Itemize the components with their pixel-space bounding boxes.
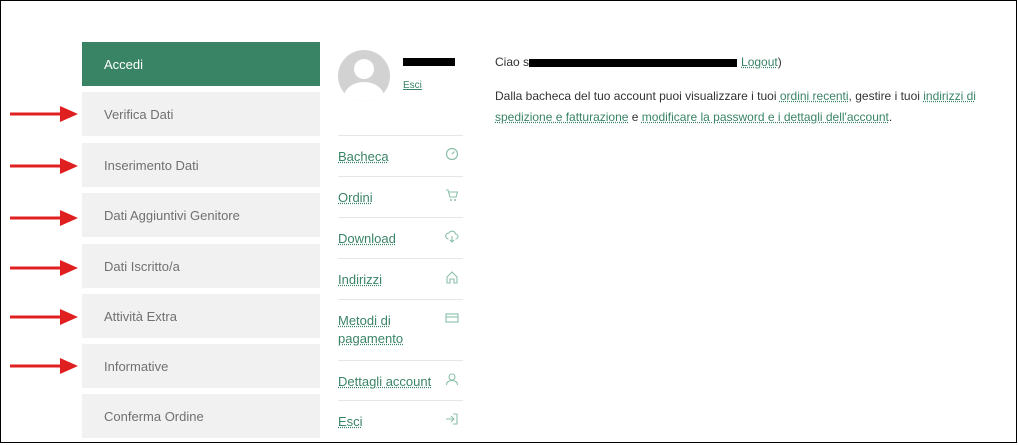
nav-item-label: Bacheca [338, 149, 389, 164]
logout-link[interactable]: Logout [741, 55, 778, 69]
nav-item-metodi-di-pagamento[interactable]: Metodi di pagamento [338, 299, 463, 360]
nav-item-download[interactable]: Download [338, 217, 463, 258]
description-text: . [888, 110, 893, 124]
step-dati-iscritto[interactable]: Dati Iscritto/a [82, 244, 320, 288]
step-verifica-dati[interactable]: Verifica Dati [82, 92, 320, 136]
step-label: Dati Iscritto/a [104, 258, 180, 274]
redacted-username [403, 58, 455, 66]
step-label: Dati Aggiuntivi Genitore [104, 207, 240, 223]
nav-item-label: Metodi di pagamento [338, 313, 404, 346]
cloud-download-icon [445, 229, 459, 243]
credit-card-icon [445, 311, 459, 325]
nav-item-dettagli-account[interactable]: Dettagli account [338, 360, 463, 400]
description-text: Dalla bacheca del tuo account puoi visua… [495, 89, 780, 103]
step-label: Conferma Ordine [104, 408, 204, 424]
step-dati-aggiuntivi-genitore[interactable]: Dati Aggiuntivi Genitore [82, 193, 320, 237]
nav-item-label: Esci [338, 414, 363, 429]
nav-item-label: Indirizzi [338, 272, 383, 287]
greeting-text: Ciao s Logout) [495, 55, 782, 69]
step-informative[interactable]: Informative [82, 344, 320, 388]
nav-item-label: Dettagli account [338, 374, 432, 389]
step-conferma-ordine[interactable]: Conferma Ordine [82, 394, 320, 438]
home-icon [445, 270, 459, 284]
nav-item-label: Download [338, 231, 396, 246]
logout-icon [445, 412, 459, 426]
red-arrow-icon [10, 210, 78, 226]
dashboard-icon [445, 147, 459, 161]
red-arrow-icon [10, 309, 78, 325]
edit-password-account-link[interactable]: modificare la password e i dettagli dell… [642, 110, 889, 124]
description-text: e [628, 110, 642, 124]
recent-orders-link[interactable]: ordini recenti [780, 89, 849, 103]
nav-item-ordini[interactable]: Ordini [338, 176, 463, 217]
red-arrow-icon [10, 358, 78, 374]
cart-icon [445, 188, 459, 202]
step-accedi[interactable]: Accedi [82, 42, 320, 86]
redacted-greeting-name [529, 58, 738, 67]
avatar [338, 50, 390, 102]
greeting-prefix: Ciao s [495, 55, 530, 69]
greeting-suffix: ) [777, 55, 782, 69]
step-label: Accedi [104, 56, 144, 72]
step-label: Attività Extra [104, 308, 177, 324]
nav-item-esci[interactable]: Esci [338, 400, 463, 440]
card-esci-link[interactable]: Esci [403, 80, 422, 91]
step-inserimento-dati[interactable]: Inserimento Dati [82, 143, 320, 187]
dashboard-description: Dalla bacheca del tuo account puoi visua… [495, 86, 1017, 128]
step-label: Informative [104, 358, 169, 374]
red-arrow-icon [10, 106, 78, 122]
red-arrow-icon [10, 158, 78, 174]
user-icon [445, 372, 459, 386]
nav-item-indirizzi[interactable]: Indirizzi [338, 258, 463, 299]
nav-item-label: Ordini [338, 190, 373, 205]
step-attivita-extra[interactable]: Attività Extra [82, 294, 320, 338]
nav-item-bacheca[interactable]: Bacheca [338, 135, 463, 176]
step-label: Inserimento Dati [104, 157, 199, 173]
step-label: Verifica Dati [104, 106, 174, 122]
red-arrow-icon [10, 260, 78, 276]
description-text: , gestire i tuoi [848, 89, 924, 103]
